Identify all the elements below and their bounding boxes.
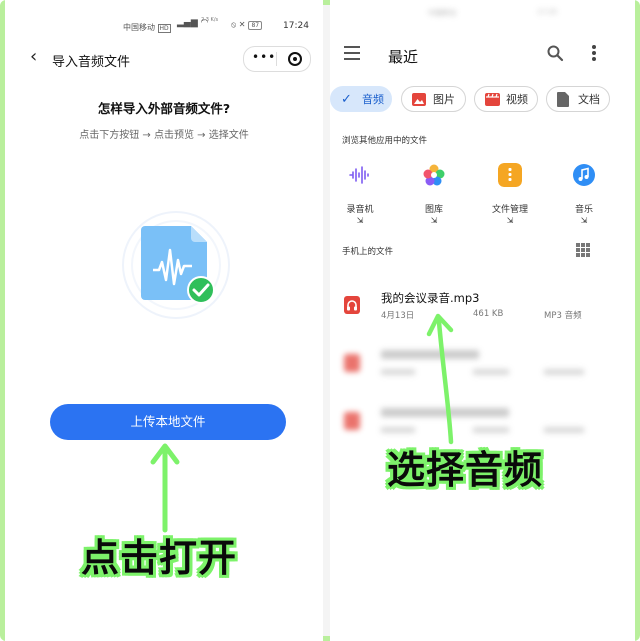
recorder-icon <box>349 166 369 184</box>
chip-image[interactable]: 图片 <box>401 86 466 112</box>
panel-divider <box>323 5 330 636</box>
file-size: 461 KB <box>473 309 504 319</box>
miniprogram-capsule: ••• <box>243 46 311 72</box>
green-arrow-icon <box>150 443 180 533</box>
green-arrow-icon <box>426 313 454 445</box>
audio-file-icon <box>344 354 360 372</box>
battery-icon: 87 <box>248 21 263 30</box>
status-bar: 中国移动 HD ▂▄▆ ◠ 2.3 K/s ⦸ ✕ 87 17:24 <box>5 16 323 33</box>
chip-audio[interactable]: ✓ 音频 <box>330 86 392 112</box>
page-title: 最近 <box>388 48 419 66</box>
audio-file-icon <box>344 296 360 314</box>
image-icon <box>412 93 426 106</box>
app-gallery[interactable]: 图库 ⇲ <box>406 163 462 225</box>
net-speed: 2.3 K/s <box>201 17 219 23</box>
right-screen: 中国移动 17:25 最近 ✓ 音频 图片 视频 文档 浏览其他应用中的文件 录… <box>330 0 635 641</box>
open-external-icon: ⇲ <box>356 216 364 225</box>
music-icon <box>573 164 595 186</box>
file-manager-icon <box>498 163 522 187</box>
audio-file-icon <box>344 412 360 430</box>
annotation-open: 点击打开 <box>81 536 238 580</box>
more-vert-icon[interactable] <box>590 44 598 62</box>
file-row[interactable]: 我的会议录音.mp3 4月13日 461 KB MP3 音频 <box>330 288 635 328</box>
carrier-label: 中国移动 HD <box>123 23 171 33</box>
instruction-steps: 点击下方按钮 → 点击预览 → 选择文件 <box>79 130 249 141</box>
grid-view-icon[interactable] <box>576 243 590 257</box>
more-menu-button[interactable]: ••• <box>252 50 276 64</box>
app-music[interactable]: 音乐 ⇲ <box>556 163 612 225</box>
audio-file-icon <box>122 211 230 319</box>
hamburger-menu-icon[interactable] <box>344 46 360 60</box>
status-time: 17:24 <box>283 21 309 31</box>
check-icon: ✓ <box>341 92 352 107</box>
document-icon <box>557 92 569 107</box>
section-browse-apps: 浏览其他应用中的文件 <box>342 136 428 146</box>
file-date: 4月13日 <box>381 311 415 321</box>
video-icon <box>485 93 500 106</box>
file-name: 我的会议录音.mp3 <box>381 291 480 305</box>
back-button[interactable]: ‹ <box>30 48 37 66</box>
section-phone-files: 手机上的文件 <box>342 247 394 257</box>
left-screen: 中国移动 HD ▂▄▆ ◠ 2.3 K/s ⦸ ✕ 87 17:24 ‹ 导入音频… <box>5 0 323 641</box>
search-icon[interactable] <box>546 44 564 62</box>
instruction-heading: 怎样导入外部音频文件? <box>97 101 231 116</box>
app-recorder[interactable]: 录音机 ⇲ <box>332 163 388 225</box>
status-icons: ⦸ ✕ 87 <box>231 20 263 30</box>
file-row-blurred[interactable] <box>330 404 635 444</box>
status-bar: 中国移动 17:25 <box>428 8 558 17</box>
gallery-icon <box>423 164 445 186</box>
file-type: MP3 音频 <box>544 311 582 321</box>
annotation-select-audio: 选择音频 <box>387 448 544 492</box>
page-title: 导入音频文件 <box>52 55 131 70</box>
close-target-icon[interactable] <box>288 52 302 66</box>
open-external-icon: ⇲ <box>430 216 438 225</box>
open-external-icon: ⇲ <box>506 216 514 225</box>
open-external-icon: ⇲ <box>580 216 588 225</box>
chip-document[interactable]: 文档 <box>546 86 610 112</box>
file-row-blurred[interactable] <box>330 346 635 386</box>
capsule-divider <box>276 52 277 66</box>
chip-video[interactable]: 视频 <box>474 86 538 112</box>
upload-local-file-button[interactable]: 上传本地文件 <box>50 404 286 440</box>
app-file-manager[interactable]: 文件管理 ⇲ <box>482 163 538 225</box>
